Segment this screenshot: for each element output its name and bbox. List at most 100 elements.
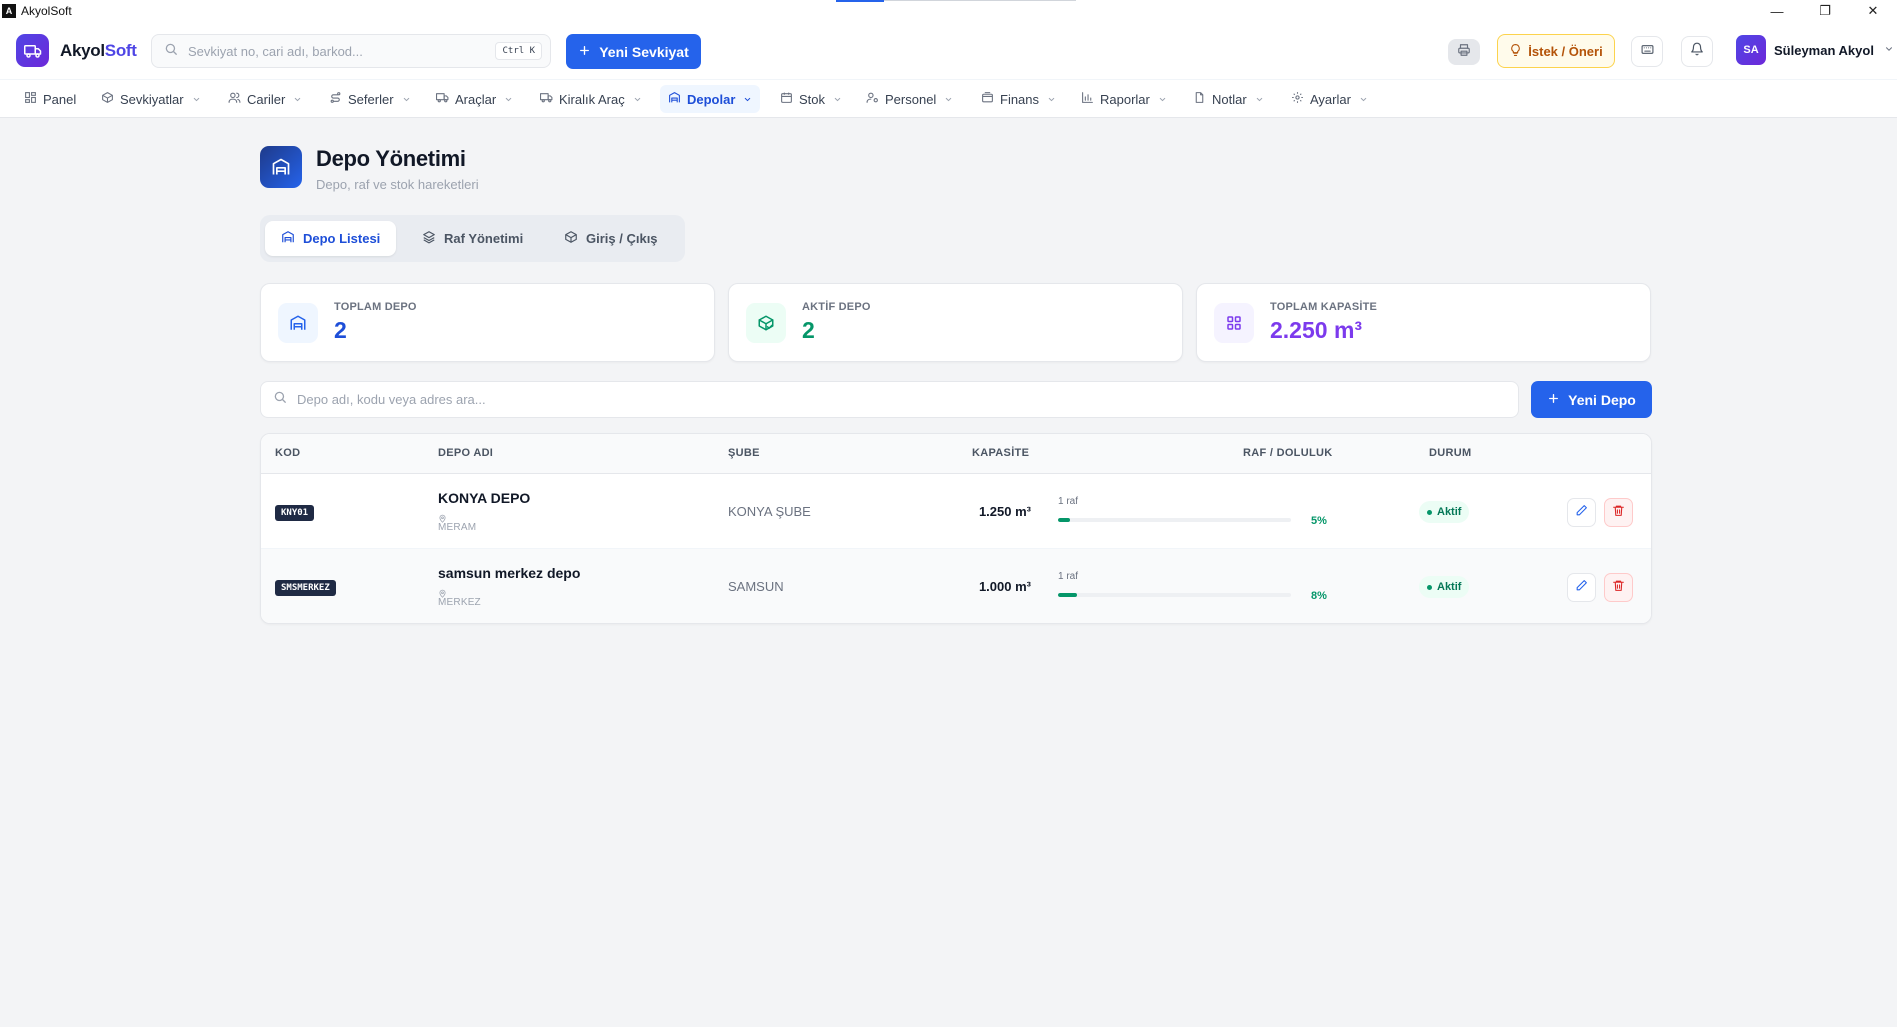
depot-capacity: 1.000 m³ xyxy=(978,579,1031,594)
nav-item-ayarlar[interactable]: Ayarlar xyxy=(1283,85,1376,113)
nav-item-notlar[interactable]: Notlar xyxy=(1185,85,1272,113)
shelf-count: 1 raf xyxy=(1058,496,1079,507)
new-shipment-button[interactable]: Yeni Sevkiyat xyxy=(566,34,701,69)
occupancy-bar xyxy=(1058,593,1291,597)
suggestion-label: İstek / Öneri xyxy=(1528,43,1603,59)
layers-icon xyxy=(422,230,436,247)
new-depot-button[interactable]: Yeni Depo xyxy=(1531,381,1652,418)
column-header-shelf[interactable]: RAF / DOLULUK xyxy=(1243,447,1332,459)
depot-code-badge: SMSMERKEZ xyxy=(275,580,336,596)
tab-depo-listesi[interactable]: Depo Listesi xyxy=(265,221,397,256)
close-button[interactable]: ✕ xyxy=(1849,0,1897,22)
status-label: Aktif xyxy=(1437,581,1462,593)
chevron-down-icon xyxy=(1255,92,1264,107)
page-title: Depo Yönetimi xyxy=(316,146,466,171)
dashboard-icon xyxy=(24,91,37,107)
depot-search[interactable] xyxy=(260,381,1519,418)
chevron-down-icon xyxy=(1047,92,1056,107)
app-header: AkyolSoft Ctrl K Yeni Sevkiyat İstek / Ö… xyxy=(0,22,1897,79)
notifications-button[interactable] xyxy=(1681,36,1713,67)
nav-item-kiralik-arac[interactable]: Kiralık Araç xyxy=(532,85,650,113)
titlebar-indicator xyxy=(836,0,884,2)
nav-item-personel[interactable]: Personel xyxy=(858,85,961,113)
occupancy-bar-fill xyxy=(1058,593,1077,597)
nav-label: Cariler xyxy=(247,91,286,107)
trash-icon xyxy=(1612,579,1625,597)
chevron-down-icon xyxy=(192,92,201,107)
restore-button[interactable]: ❐ xyxy=(1801,0,1849,22)
nav-item-depolar[interactable]: Depolar xyxy=(660,85,761,113)
chevron-down-icon xyxy=(944,92,953,107)
nav-item-cariler[interactable]: Cariler xyxy=(220,85,310,113)
status-badge: Aktif xyxy=(1419,501,1470,523)
depot-address: MERAM xyxy=(438,522,477,533)
nav-label: Depolar xyxy=(687,91,736,107)
table-row[interactable]: SMSMERKEZ samsun merkez depo MERKEZ SAMS… xyxy=(261,549,1651,623)
depot-search-input[interactable] xyxy=(297,392,1397,407)
nav-item-seferler[interactable]: Seferler xyxy=(321,85,419,113)
stat-label: TOPLAM KAPASİTE xyxy=(1270,301,1378,313)
nav-item-finans[interactable]: Finans xyxy=(973,85,1064,113)
nav-label: Sevkiyatlar xyxy=(120,91,184,107)
column-header-name[interactable]: DEPO ADI xyxy=(438,447,493,459)
minimize-button[interactable]: — xyxy=(1753,0,1801,22)
stat-card-total-capacity: TOPLAM KAPASİTE 2.250 m³ xyxy=(1196,283,1651,362)
printer-button[interactable] xyxy=(1448,39,1480,65)
status-dot xyxy=(1427,509,1432,515)
tab-bar: Depo Listesi Raf Yönetimi Giriş / Çıkış xyxy=(260,215,685,262)
page-subtitle: Depo, raf ve stok hareketleri xyxy=(316,177,479,192)
status-badge: Aktif xyxy=(1419,576,1470,598)
nav-label: Personel xyxy=(885,91,937,107)
avatar: SA xyxy=(1736,35,1766,65)
nav-item-araclar[interactable]: Araçlar xyxy=(428,85,521,113)
global-search[interactable]: Ctrl K xyxy=(151,34,551,68)
main-nav: Panel Sevkiyatlar Cariler Seferler Araçl… xyxy=(0,79,1897,118)
nav-item-sevkiyatlar[interactable]: Sevkiyatlar xyxy=(93,85,209,113)
edit-button[interactable] xyxy=(1567,498,1596,527)
pencil-icon xyxy=(1575,504,1588,522)
tab-giris-cikis[interactable]: Giriş / Çıkış xyxy=(548,221,674,256)
chevron-down-icon xyxy=(402,92,411,107)
occupancy-bar-fill xyxy=(1058,518,1070,522)
delete-button[interactable] xyxy=(1604,498,1633,527)
brand-name: AkyolSoft xyxy=(60,41,137,61)
occupancy-bar xyxy=(1058,518,1291,522)
brand[interactable]: AkyolSoft xyxy=(16,34,137,67)
grid-icon xyxy=(1214,303,1254,343)
edit-button[interactable] xyxy=(1567,573,1596,602)
brand-name-accent: Soft xyxy=(104,40,137,60)
global-search-input[interactable] xyxy=(188,43,488,59)
nav-label: Finans xyxy=(1000,91,1040,107)
package-check-icon xyxy=(746,303,786,343)
nav-item-stok[interactable]: Stok xyxy=(772,85,850,113)
column-header-capacity[interactable]: KAPASİTE xyxy=(972,447,1029,459)
user-menu[interactable]: SA Süleyman Akyol xyxy=(1736,35,1894,65)
suggestion-button[interactable]: İstek / Öneri xyxy=(1497,34,1615,68)
column-header-status[interactable]: DURUM xyxy=(1429,447,1471,459)
nav-item-panel[interactable]: Panel xyxy=(16,85,84,113)
package-icon xyxy=(101,91,114,107)
tab-label: Giriş / Çıkış xyxy=(586,231,658,246)
chevron-down-icon xyxy=(833,92,842,107)
window-titlebar: A AkyolSoft — ❐ ✕ xyxy=(0,0,1897,22)
delete-button[interactable] xyxy=(1604,573,1633,602)
column-header-code[interactable]: KOD xyxy=(275,447,300,459)
search-icon xyxy=(273,390,287,409)
table-row[interactable]: KNY01 KONYA DEPO MERAM KONYA ŞUBE 1.250 … xyxy=(261,474,1651,549)
chevron-down-icon xyxy=(1884,41,1894,59)
tab-raf-yonetimi[interactable]: Raf Yönetimi xyxy=(406,221,539,256)
user-name: Süleyman Akyol xyxy=(1774,42,1874,58)
pencil-icon xyxy=(1575,579,1588,597)
bar-chart-icon xyxy=(1081,91,1094,107)
keyboard-button[interactable] xyxy=(1631,36,1663,67)
occupancy-percent: 5% xyxy=(1311,515,1327,527)
depot-capacity: 1.250 m³ xyxy=(978,504,1031,519)
chevron-down-icon xyxy=(1158,92,1167,107)
stat-value: 2.250 m³ xyxy=(1270,317,1363,343)
nav-item-raporlar[interactable]: Raporlar xyxy=(1073,85,1175,113)
nav-label: Raporlar xyxy=(1100,91,1150,107)
window-title: AkyolSoft xyxy=(21,4,72,18)
shelf-count: 1 raf xyxy=(1058,571,1079,582)
column-header-branch[interactable]: ŞUBE xyxy=(728,447,760,459)
bell-icon xyxy=(1690,42,1704,61)
